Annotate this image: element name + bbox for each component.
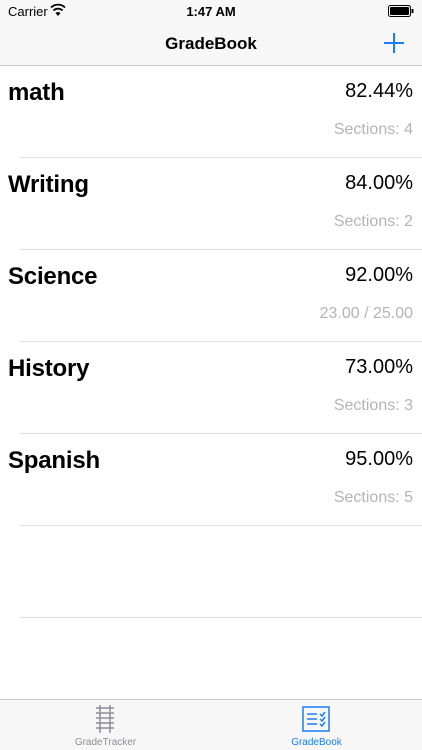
course-detail: Sections: 5 [333,489,413,506]
course-row-math[interactable]: math 82.44% Sections: 4 [8,66,422,158]
tab-gradebook[interactable]: GradeBook [211,700,422,750]
status-time: 1:47 AM [186,4,236,19]
course-detail: Sections: 3 [333,397,413,414]
course-row-writing[interactable]: Writing 84.00% Sections: 2 [8,158,422,250]
course-row-history[interactable]: History 73.00% Sections: 3 [8,342,422,434]
tab-gradetracker[interactable]: GradeTracker [0,700,211,750]
course-list: math 82.44% Sections: 4 Writing 84.00% S… [0,66,422,618]
course-grade: 82.44% [345,80,413,102]
course-detail: 23.00 / 25.00 [319,305,413,322]
battery-icon [388,5,414,17]
checklist-icon [302,706,330,732]
add-course-button[interactable] [382,31,406,55]
course-grade: 95.00% [345,448,413,470]
course-grade: 92.00% [345,264,413,286]
course-detail: Sections: 4 [333,121,413,138]
tab-bar: GradeTracker GradeBook [0,699,422,750]
status-bar: Carrier 1:47 AM [0,0,422,22]
course-row-spanish[interactable]: Spanish 95.00% Sections: 5 [8,434,422,526]
course-grade: 73.00% [345,356,413,378]
course-grade: 84.00% [345,172,413,194]
course-name: math [8,79,65,106]
course-detail: Sections: 2 [333,213,413,230]
page-title: GradeBook [165,34,257,53]
tab-label: GradeTracker [74,737,137,748]
course-name: History [8,355,90,382]
tab-label: GradeBook [291,737,342,748]
course-name: Writing [8,171,89,198]
rail-track-icon [96,705,114,733]
course-row-science[interactable]: Science 92.00% 23.00 / 25.00 [8,250,422,342]
navigation-bar: GradeBook [0,22,422,66]
plus-icon [384,33,404,53]
empty-row [20,526,422,618]
course-name: Spanish [8,447,100,474]
course-name: Science [8,263,98,290]
